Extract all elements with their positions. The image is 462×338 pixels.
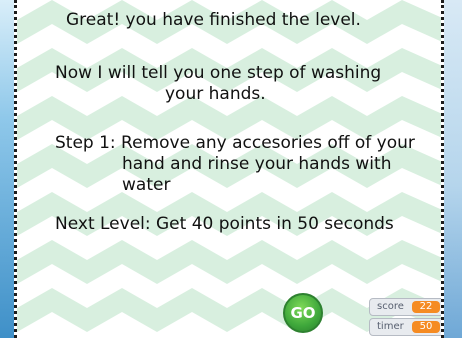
next-level-text: Next Level: Get 40 points in 50 seconds — [55, 214, 394, 234]
level-message: Great! you have finished the level. Now … — [17, 0, 441, 338]
timer-display: timer 50 — [369, 318, 441, 336]
instruction-line-1: Now I will tell you one step of washing — [55, 63, 382, 83]
score-label: score — [377, 301, 404, 312]
score-display: score 22 — [369, 298, 441, 316]
step-line-1: Step 1: Remove any accesories off of you… — [55, 133, 415, 153]
score-timer-hud: score 22 timer 50 — [369, 298, 441, 338]
instruction-line-2: your hands. — [165, 84, 266, 104]
step-line-3: water — [122, 175, 171, 195]
score-value: 22 — [412, 301, 440, 313]
step-line-2: hand and rinse your hands with — [122, 154, 392, 174]
completion-message: Great! you have finished the level. — [66, 10, 361, 30]
go-button[interactable]: GO — [283, 293, 323, 333]
message-panel: Great! you have finished the level. Now … — [14, 0, 444, 338]
timer-value: 50 — [412, 321, 440, 333]
timer-label: timer — [377, 321, 404, 332]
right-background — [442, 0, 462, 338]
